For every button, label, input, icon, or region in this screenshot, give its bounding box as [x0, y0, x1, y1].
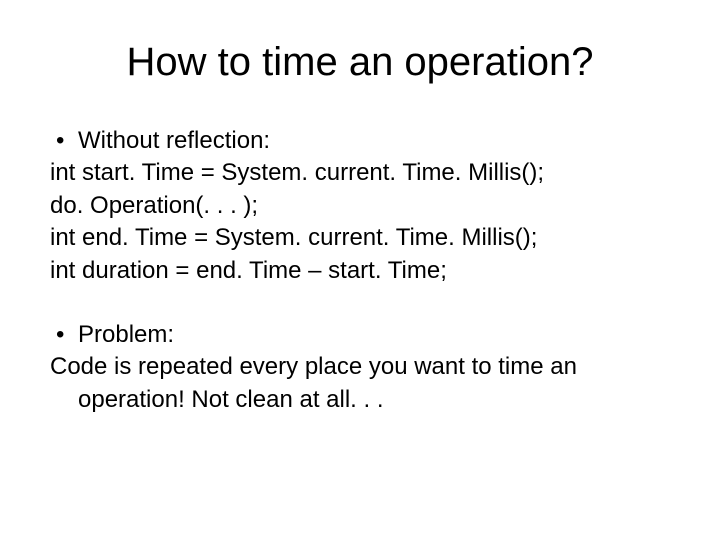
- code-line: do. Operation(. . . );: [50, 190, 670, 222]
- code-line: int start. Time = System. current. Time.…: [50, 157, 670, 189]
- spacer: [50, 287, 670, 319]
- slide-body: Without reflection: int start. Time = Sy…: [50, 125, 670, 416]
- slide-title: How to time an operation?: [50, 40, 670, 85]
- code-line: int duration = end. Time – start. Time;: [50, 255, 670, 287]
- code-line: int end. Time = System. current. Time. M…: [50, 222, 670, 254]
- bullet-problem: Problem:: [50, 319, 670, 351]
- problem-text: Code is repeated every place you want to…: [50, 351, 670, 416]
- bullet-without-reflection: Without reflection:: [50, 125, 670, 157]
- slide: How to time an operation? Without reflec…: [0, 0, 720, 540]
